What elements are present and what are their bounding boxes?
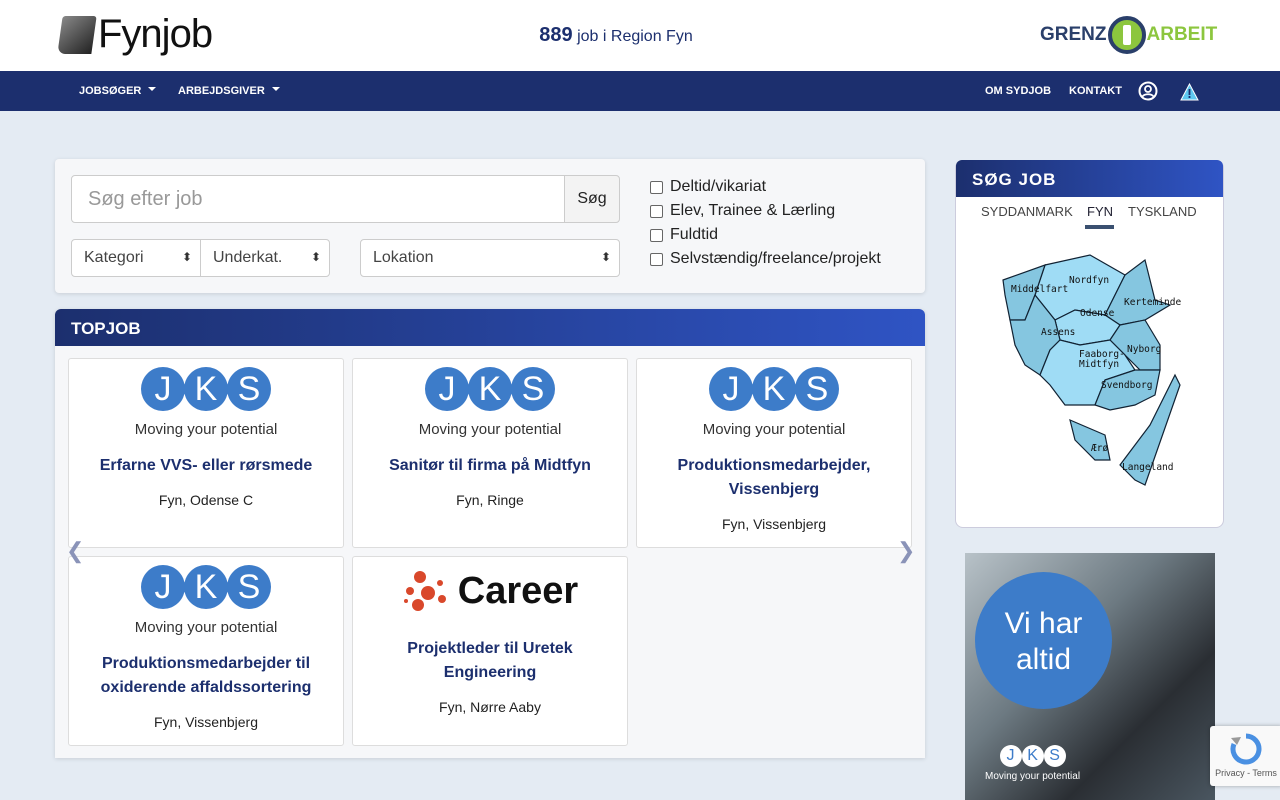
logo-letter: S: [511, 367, 555, 411]
map-label: Langeland: [1122, 462, 1173, 473]
jks-logo: JKS: [637, 367, 911, 411]
search-input[interactable]: Søg efter job: [71, 175, 565, 223]
recaptcha-badge[interactable]: Privacy - Terms: [1210, 726, 1280, 786]
nav-jobsoger[interactable]: JOBSØGER: [79, 85, 157, 97]
logo-letter: K: [184, 367, 228, 411]
jks-logo: JKS: [353, 367, 627, 411]
recaptcha-icon: [1230, 733, 1262, 765]
ad-jks-logo: JKS Moving your potential: [985, 745, 1081, 782]
location-select[interactable]: Lokation: [360, 239, 620, 277]
job-location: Fyn, Vissenbjerg: [721, 516, 826, 532]
header: Fynjob 889 job i Region Fyn GRENZ ARBEIT: [0, 0, 1280, 71]
grenzarbeit-logo[interactable]: GRENZ ARBEIT: [1040, 16, 1217, 54]
logo-letter: S: [795, 367, 839, 411]
warning-icon[interactable]: [1180, 83, 1199, 101]
checkbox-selvstaendig[interactable]: Selvstændig/freelance/projekt: [650, 250, 881, 268]
job-title[interactable]: Projektleder til Uretek Engineering: [373, 637, 607, 685]
logo-letter: K: [752, 367, 796, 411]
carousel-next-icon[interactable]: ❯: [897, 538, 915, 564]
tab-syddanmark[interactable]: SYDDANMARK: [981, 204, 1073, 219]
map-label: Svendborg: [1101, 380, 1152, 391]
tab-fyn[interactable]: FYN: [1087, 204, 1113, 219]
search-job-title: SØG JOB: [956, 160, 1223, 197]
career-logo: Career: [353, 569, 627, 613]
nav-kontakt[interactable]: KONTAKT: [1069, 85, 1122, 97]
jks-logo: JKS: [69, 565, 343, 609]
fyn-map[interactable]: Nordfyn Middelfart Kerteminde Odense Ass…: [995, 245, 1195, 490]
ad-headline: Vi har altid: [975, 572, 1112, 709]
map-label: Nyborg: [1127, 344, 1161, 355]
logo-letter: K: [468, 367, 512, 411]
logo-letter: S: [227, 565, 271, 609]
job-card[interactable]: J K S Moving your potential Produktionsmeda…: [636, 358, 912, 548]
job-location: Fyn, Nørre Aaby: [439, 699, 541, 715]
job-title[interactable]: Produktionsmedarbejder til oxiderende af…: [89, 652, 323, 700]
checkbox-deltid[interactable]: Deltid/vikariat: [650, 178, 766, 196]
logo-letter: J: [999, 745, 1022, 767]
jks-logo: JKS: [69, 367, 343, 411]
logo-letter: K: [1021, 745, 1044, 767]
job-title[interactable]: Produktionsmedarbejder, Vissenbjerg: [657, 454, 891, 502]
logo-letter: J: [425, 367, 469, 411]
jks-ad-banner[interactable]: Vi har altid JKS Moving your potential: [965, 553, 1215, 800]
nav-arbejdsgiver[interactable]: ARBEJDSGIVER: [178, 85, 280, 97]
map-label: Odense: [1080, 308, 1115, 319]
ad-jks-letters: JKS: [985, 745, 1080, 767]
logo-letter: K: [184, 565, 228, 609]
logo-letter: J: [141, 367, 185, 411]
grenz-icon: [1107, 16, 1146, 54]
search-panel: Søg efter job Søg Kategori Underkat. Lok…: [55, 159, 925, 293]
search-button[interactable]: Søg: [564, 175, 620, 223]
job-title[interactable]: Erfarne VVS- eller rørsmede: [89, 454, 323, 478]
job-card[interactable]: J K S Moving your potential Sanitør til fir…: [352, 358, 628, 548]
map-label: Kerteminde: [1124, 297, 1181, 308]
dots-icon: [403, 571, 446, 611]
carousel-prev-icon[interactable]: ❮: [66, 538, 84, 564]
map-label: Midtfyn: [1079, 359, 1119, 370]
user-icon[interactable]: [1138, 81, 1158, 101]
checkbox-elev[interactable]: Elev, Trainee & Lærling: [650, 202, 835, 220]
logo-letter: J: [709, 367, 753, 411]
category-select[interactable]: Kategori: [71, 239, 201, 277]
job-location: Fyn, Ringe: [456, 492, 524, 508]
map-region-aero: [1069, 418, 1111, 461]
active-tab-indicator: [1085, 225, 1114, 229]
job-title[interactable]: Sanitør til firma på Midtfyn: [373, 454, 607, 478]
logo-letter: J: [141, 565, 185, 609]
job-location: Fyn, Odense C: [158, 492, 254, 508]
map-label: Assens: [1041, 327, 1075, 338]
job-location: Fyn, Vissenbjerg: [153, 714, 258, 730]
logo-letter: S: [227, 367, 271, 411]
topjob-title: TOPJOB: [55, 309, 925, 346]
map-label: Middelfart: [1011, 284, 1068, 295]
map-label: Nordfyn: [1069, 275, 1109, 286]
map-label: Ærø: [1091, 443, 1108, 454]
job-card[interactable]: Career Projektleder til Uretek Engineeri…: [352, 556, 628, 746]
logo-letter: S: [1043, 745, 1066, 767]
subcategory-select[interactable]: Underkat.: [200, 239, 330, 277]
tab-tyskland[interactable]: TYSKLAND: [1128, 204, 1197, 219]
job-card[interactable]: J K S Moving your potential Produktionsmeda…: [68, 556, 344, 746]
nav-om-sydjob[interactable]: OM SYDJOB: [985, 85, 1051, 97]
main-nav: JOBSØGER ARBEJDSGIVER OM SYDJOB KONTAKT: [0, 71, 1280, 111]
job-card[interactable]: J K S Moving your potential Erfarne VVS- el…: [68, 358, 344, 548]
checkbox-fuldtid[interactable]: Fuldtid: [650, 226, 718, 244]
